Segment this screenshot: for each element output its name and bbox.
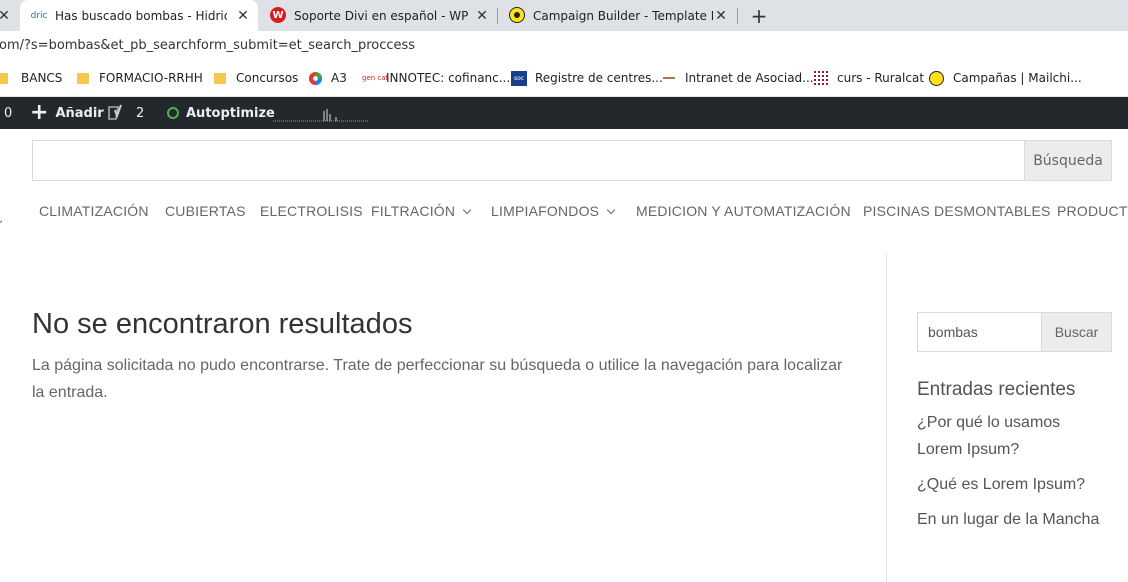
mailchimp-icon bbox=[929, 70, 944, 86]
bookmark-label: curs - Ruralcat bbox=[837, 71, 925, 85]
menu-item-electrolisis[interactable]: ELECTROLISIS bbox=[260, 203, 363, 219]
grid-icon bbox=[814, 71, 828, 85]
gencat-icon: gen cat bbox=[362, 73, 389, 82]
menu-item-label: CLIMATIZACIÓN bbox=[39, 203, 149, 219]
bookmark-innotec[interactable]: gen cat INNOTEC: cofinanc... bbox=[362, 61, 510, 95]
yoast-count: 2 bbox=[136, 105, 145, 121]
recent-posts-heading: Entradas recientes bbox=[917, 379, 1076, 400]
bookmark-label: A3 bbox=[331, 71, 347, 85]
bookmark-label: Campañas | Mailchi... bbox=[953, 71, 1082, 85]
bookmark-label: Intranet de Asociad... bbox=[685, 71, 814, 85]
menu-item-label: PISCINAS DESMONTABLES bbox=[863, 203, 1051, 219]
chevron-down-icon bbox=[462, 205, 472, 215]
header-search-button[interactable]: Búsqueda bbox=[1024, 141, 1111, 180]
folder-icon bbox=[214, 72, 226, 84]
menu-item-piscinas[interactable]: PISCINAS DESMONTABLES bbox=[863, 203, 1051, 219]
menu-item-productos[interactable]: PRODUCTOS bbox=[1057, 203, 1128, 219]
tab-close-button[interactable]: ✕ bbox=[474, 0, 490, 31]
header-search-form: Búsqueda bbox=[32, 140, 1112, 182]
recent-post-link[interactable]: En un lugar de la Mancha bbox=[917, 506, 1117, 533]
status-circle-icon bbox=[167, 107, 179, 119]
tab-close-button[interactable]: ✕ bbox=[235, 0, 251, 31]
tab-separator bbox=[737, 8, 738, 24]
bookmark-registre-centres[interactable]: soc Registre de centres... bbox=[511, 61, 663, 95]
bookmark-intranet[interactable]: Intranet de Asociad... bbox=[663, 61, 814, 95]
bookmark-label: Registre de centres... bbox=[535, 71, 663, 85]
menu-item-filtracion[interactable]: FILTRACIÓN bbox=[371, 203, 472, 219]
tab-separator bbox=[497, 8, 498, 24]
bookmark-label: FORMACIO-RRHH bbox=[99, 71, 203, 85]
chevron-down-icon bbox=[606, 205, 616, 215]
header-search-input[interactable] bbox=[33, 141, 1027, 182]
soc-icon: soc bbox=[511, 70, 527, 86]
recent-post-link[interactable]: ¿Por qué lo usamos Lorem Ipsum? bbox=[917, 409, 1097, 463]
browser-tab-strip: ✕ dric Has buscado bombas - Hidricash ✕ … bbox=[0, 0, 1128, 31]
bookmarks-bar: BANCS FORMACIO-RRHH Concursos A3 gen cat… bbox=[0, 61, 1128, 97]
menu-item-label: MEDICION Y AUTOMATIZACIÓN bbox=[636, 203, 851, 219]
tab-campaign-builder[interactable]: Campaign Builder - Template Design bbox=[500, 0, 735, 31]
bookmark-label: INNOTEC: cofinanc... bbox=[386, 71, 511, 85]
activity-graph-icon bbox=[273, 109, 369, 122]
menu-item-label: LIMPIAFONDOS bbox=[491, 203, 600, 219]
tab-soporte-divi[interactable]: W Soporte Divi en español - WPFácil bbox=[262, 0, 492, 31]
comments-count[interactable]: 0 bbox=[4, 97, 12, 129]
autoptimize-menu[interactable]: Autoptimize bbox=[167, 97, 275, 129]
bookmark-formacio-rrhh[interactable]: FORMACIO-RRHH bbox=[77, 61, 203, 95]
url-text[interactable]: om/?s=bombas&et_pb_searchform_submit=et_… bbox=[0, 38, 415, 53]
recent-post-link[interactable]: ¿Qué es Lorem Ipsum? bbox=[917, 471, 1117, 498]
folder-icon bbox=[77, 72, 89, 84]
bookmark-bancs[interactable]: BANCS bbox=[0, 61, 62, 95]
autoptimize-label: Autoptimize bbox=[186, 105, 275, 121]
bookmark-mailchimp[interactable]: Campañas | Mailchi... bbox=[929, 61, 1082, 95]
menu-item-label: CUBIERTAS bbox=[165, 203, 246, 219]
hidricash-favicon-icon: dric bbox=[30, 11, 48, 21]
tab-title: Has buscado bombas - Hidricash bbox=[55, 8, 227, 23]
wp-admin-bar: 0 + Añadir 2 Autoptimize bbox=[0, 97, 1128, 129]
tab-close-button[interactable]: ✕ bbox=[713, 0, 729, 31]
folder-icon bbox=[0, 72, 8, 84]
menu-item-medicion[interactable]: MEDICION Y AUTOMATIZACIÓN bbox=[636, 203, 851, 219]
tab-title: Soporte Divi en español - WPFácil bbox=[294, 8, 468, 23]
menu-item-label: PRODUCTOS bbox=[1057, 203, 1128, 219]
mailchimp-favicon-icon bbox=[509, 7, 525, 23]
sidebar-search-button[interactable]: Buscar bbox=[1041, 313, 1111, 351]
no-results-message: La página solicitada no pudo encontrarse… bbox=[32, 357, 843, 401]
sidebar-divider bbox=[886, 253, 887, 582]
query-monitor-graph[interactable] bbox=[273, 97, 369, 129]
sidebar-search-form: Buscar bbox=[917, 312, 1112, 352]
tab-title: Campaign Builder - Template Design bbox=[533, 8, 713, 23]
bookmark-label: BANCS bbox=[21, 71, 63, 85]
plus-icon: + bbox=[30, 100, 49, 125]
dash-icon bbox=[663, 77, 675, 79]
bookmark-concursos[interactable]: Concursos bbox=[214, 61, 298, 95]
bookmark-a3[interactable]: A3 bbox=[308, 61, 347, 95]
a3-icon bbox=[308, 71, 323, 85]
yoast-menu[interactable]: 2 bbox=[106, 97, 144, 129]
chevron-down-icon[interactable] bbox=[0, 216, 3, 226]
add-new-button[interactable]: + Añadir bbox=[30, 97, 104, 129]
sidebar-search-input[interactable] bbox=[918, 313, 1042, 351]
tab-close-button[interactable]: ✕ bbox=[0, 0, 12, 31]
yoast-icon bbox=[108, 104, 122, 120]
menu-item-cubiertas[interactable]: CUBIERTAS bbox=[165, 203, 246, 219]
menu-item-climatizacion[interactable]: CLIMATIZACIÓN bbox=[39, 203, 149, 219]
menu-item-label: ELECTROLISIS bbox=[260, 203, 363, 219]
menu-item-label: FILTRACIÓN bbox=[371, 203, 456, 219]
bookmark-ruralcat[interactable]: curs - Ruralcat bbox=[813, 61, 924, 95]
add-new-label: Añadir bbox=[55, 105, 104, 121]
tab-hidricash[interactable]: dric Has buscado bombas - Hidricash bbox=[20, 0, 258, 31]
wpfacil-favicon-icon: W bbox=[270, 7, 286, 23]
bookmark-label: Concursos bbox=[236, 71, 299, 85]
new-tab-button[interactable]: + bbox=[750, 0, 768, 31]
menu-item-limpiafondos[interactable]: LIMPIAFONDOS bbox=[491, 203, 616, 219]
page-title: No se encontraron resultados bbox=[32, 308, 413, 340]
menu-clip: PRODUCTOS bbox=[1057, 203, 1128, 223]
address-bar[interactable]: om/?s=bombas&et_pb_searchform_submit=et_… bbox=[0, 31, 1128, 61]
